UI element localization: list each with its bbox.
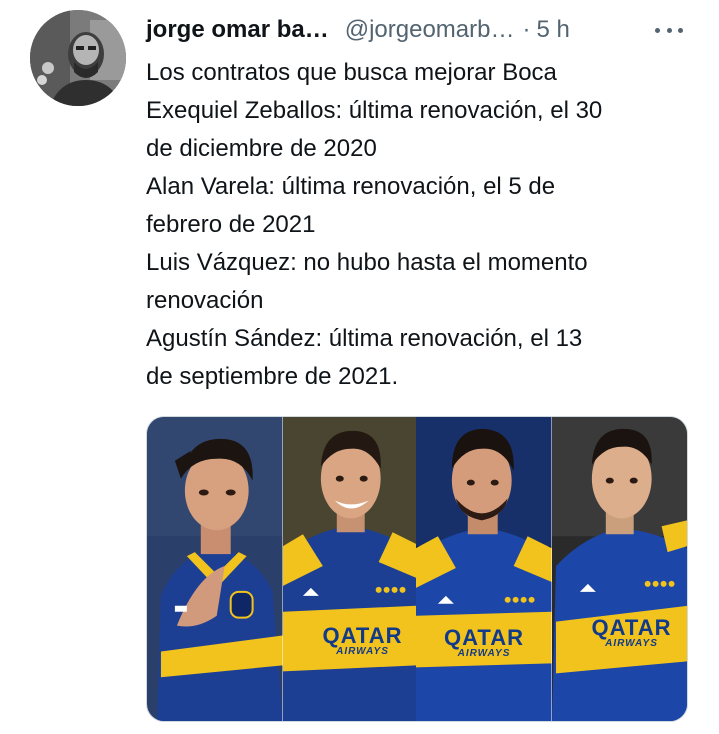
sponsor-logo: QATAR AIRWAYS (578, 617, 686, 649)
sponsor-logo: QATAR AIRWAYS (313, 625, 413, 657)
tweet-text: Los contratos que busca mejorar Boca Exe… (146, 54, 706, 396)
sponsor-logo: QATAR AIRWAYS (434, 627, 534, 659)
sponsor-sub: AIRWAYS (457, 648, 511, 659)
sponsor-name: QATAR (322, 623, 403, 648)
sponsor-name: QATAR (591, 615, 672, 640)
tweet-text-line: de septiembre de 2021. (146, 363, 399, 390)
tweet-text-line: Agustín Sández: última renovación, el 13 (146, 325, 583, 352)
sponsor-name: QATAR (444, 625, 524, 650)
tweet-header: jorge omar ba… @jorgeomarb… · 5 h (146, 14, 666, 46)
tweet-text-line: Luis Vázquez: no hubo hasta el momento (146, 249, 588, 276)
timestamp[interactable]: 5 h (536, 16, 569, 44)
player-photo (282, 417, 416, 721)
separator: · (522, 16, 531, 43)
avatar[interactable] (30, 10, 126, 106)
more-dot (678, 27, 683, 33)
media-photo-player-1[interactable] (147, 417, 283, 721)
more-dot (666, 27, 672, 33)
tweet-media[interactable]: QATAR AIRWAYS QATAR AIRWAYS QATAR AIRWAY… (146, 416, 688, 722)
tweet-text-line: de diciembre de 2020 (146, 135, 377, 162)
player-photo (551, 417, 687, 721)
tweet-text-line: Alan Varela: última renovación, el 5 de (146, 173, 556, 200)
media-photo-player-3[interactable]: QATAR AIRWAYS (416, 417, 552, 721)
tweet-text-line: febrero de 2021 (146, 211, 316, 238)
sponsor-sub: AIRWAYS (605, 638, 658, 649)
author-name[interactable]: jorge omar ba… (146, 16, 329, 44)
media-photo-player-4[interactable]: QATAR AIRWAYS (551, 417, 687, 721)
media-photo-player-2[interactable]: QATAR AIRWAYS (282, 417, 416, 721)
player-photo (147, 417, 283, 721)
tweet-text-line: Exequiel Zeballos: última renovación, el… (146, 97, 603, 124)
avatar-image (30, 10, 126, 106)
sponsor-sub: AIRWAYS (336, 646, 389, 657)
author-handle[interactable]: @jorgeomarb… (345, 16, 515, 44)
more-dots-icon[interactable] (652, 18, 686, 42)
player-photo (416, 417, 552, 721)
tweet[interactable]: jorge omar ba… @jorgeomarb… · 5 h Los co… (0, 0, 719, 734)
tweet-text-line: renovación (146, 287, 264, 314)
tweet-text-line: Los contratos que busca mejorar Boca (146, 59, 557, 86)
more-dot (655, 27, 660, 33)
